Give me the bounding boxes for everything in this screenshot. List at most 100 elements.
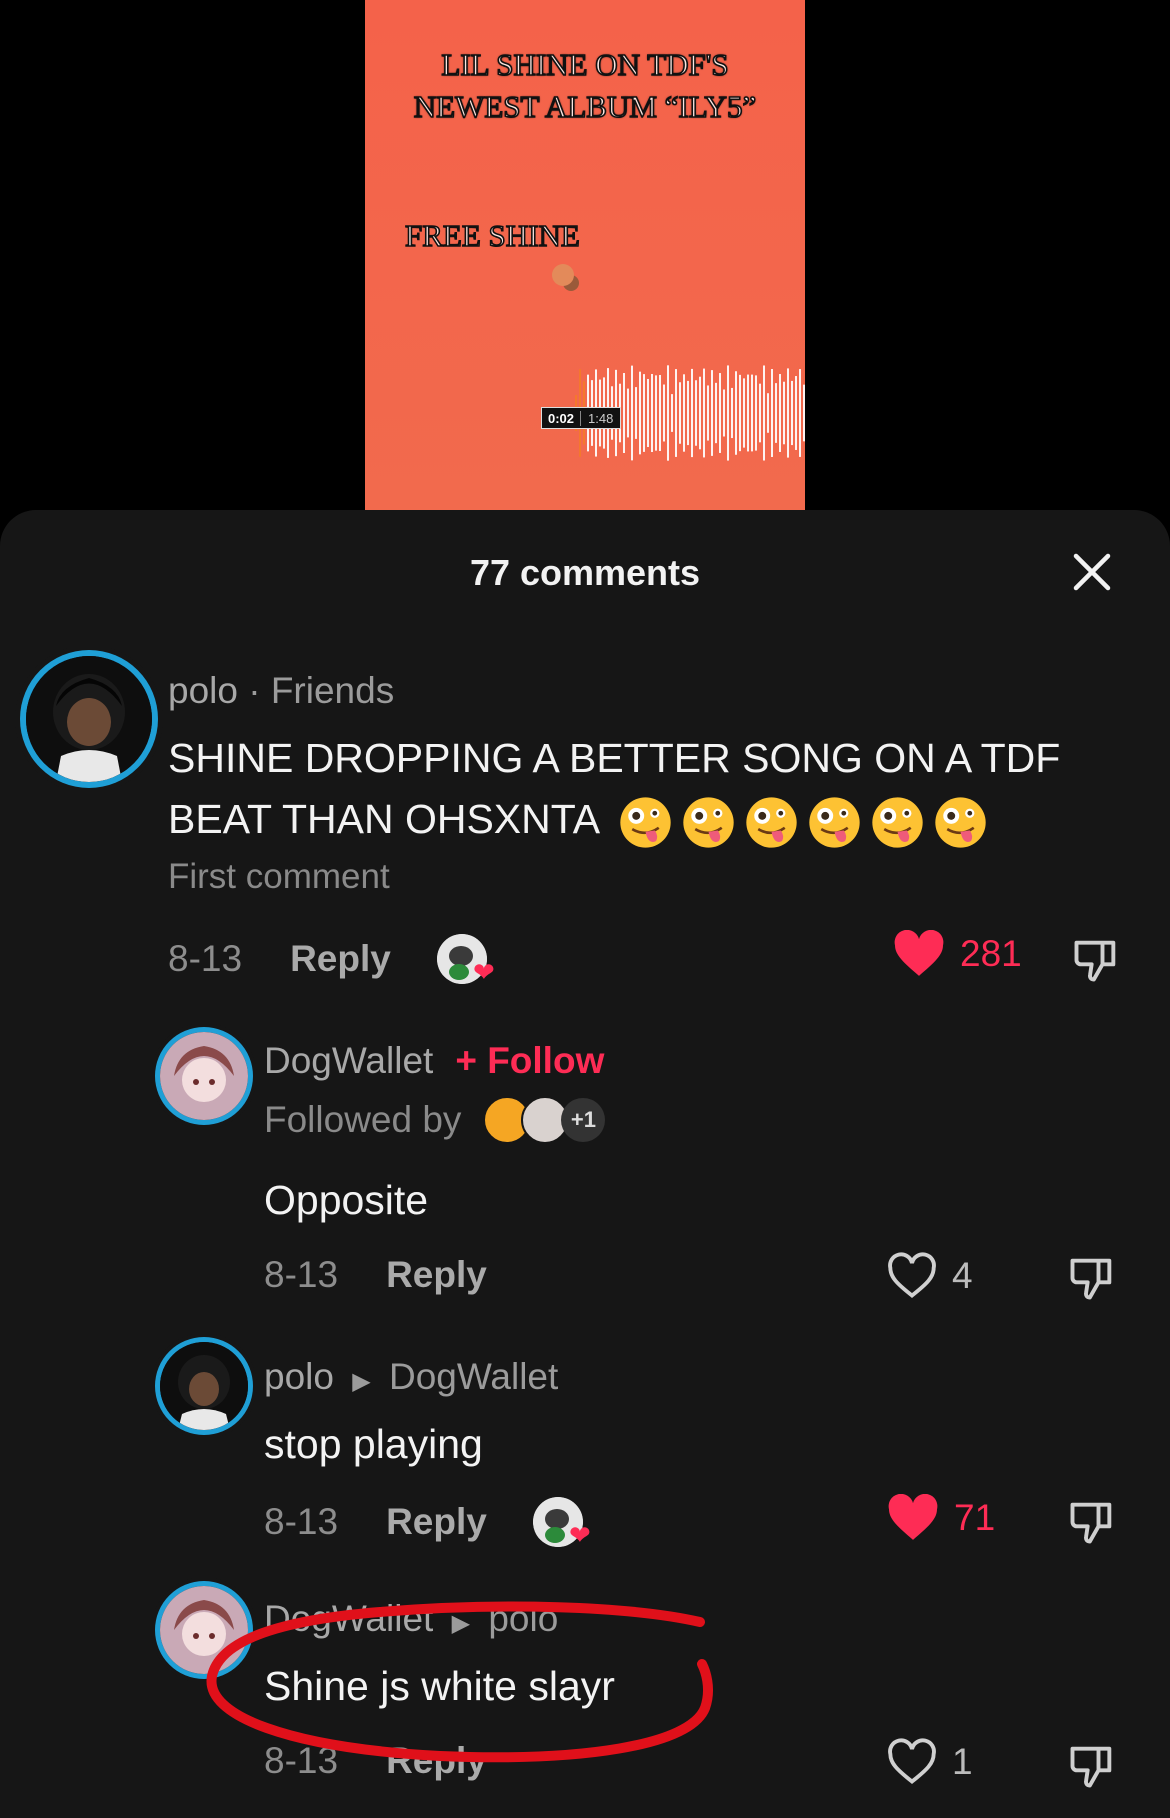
avatar[interactable]	[160, 1342, 248, 1430]
comment-author[interactable]: DogWallet	[264, 1040, 433, 1081]
waveform-bar	[791, 380, 793, 446]
waveform-bar	[623, 373, 625, 453]
like-count: 71	[954, 1497, 996, 1538]
like-button[interactable]: 1	[886, 1738, 973, 1786]
like-count: 1	[952, 1741, 973, 1782]
waveform-bar	[639, 371, 641, 455]
comment-actions: 8-13 Reply	[264, 1740, 487, 1782]
close-icon[interactable]	[1068, 548, 1116, 596]
reply-to-user[interactable]: polo	[488, 1598, 558, 1639]
video-subcaption: FREE SHINE	[404, 217, 580, 254]
video-preview[interactable]: LIL SHINE ON TDF'S NEWEST ALBUM “ILY5” F…	[365, 0, 805, 510]
avatar[interactable]	[160, 1586, 248, 1674]
waveform-bar	[739, 374, 741, 452]
waveform-bar	[683, 374, 685, 452]
waveform-bar	[719, 373, 721, 453]
like-button[interactable]: 4	[886, 1252, 973, 1300]
current-time: 0:02	[542, 410, 582, 426]
waveform-bar	[727, 365, 729, 461]
reply-button[interactable]: Reply	[386, 1254, 487, 1296]
zany-face-emoji	[620, 796, 671, 848]
waveform-bar	[771, 369, 773, 457]
waveform-bar	[755, 375, 757, 451]
zany-face-emojis	[619, 796, 987, 849]
playback-time: 0:02 1:48	[541, 407, 622, 429]
waveform-bar	[667, 365, 669, 461]
waveform-bar	[643, 374, 645, 452]
comment-meta: polo ▶ DogWallet	[264, 1356, 558, 1398]
comment-text: Opposite	[264, 1177, 429, 1223]
waveform-bar	[663, 384, 665, 442]
waveform-bar	[731, 387, 733, 439]
dislike-icon[interactable]	[1066, 1252, 1118, 1304]
waveform-bar	[679, 382, 681, 444]
zany-face-emoji	[872, 796, 923, 848]
comment-date: 8-13	[264, 1740, 339, 1781]
heart-filled-icon	[894, 930, 944, 976]
followed-by: Followed by +1	[264, 1096, 606, 1144]
reply-button[interactable]: Reply	[386, 1501, 487, 1543]
waveform-bar	[691, 368, 693, 458]
waveform-bar	[759, 383, 761, 443]
dislike-icon[interactable]	[1066, 1496, 1118, 1548]
heart-outline-icon	[888, 1252, 936, 1298]
dislike-icon[interactable]	[1070, 934, 1122, 986]
comments-count-title: 77 comments	[469, 552, 701, 593]
waveform-bar	[635, 387, 637, 439]
comment-author[interactable]: DogWallet	[264, 1598, 433, 1639]
waveform-bar	[707, 385, 709, 441]
reply-button[interactable]: Reply	[290, 938, 391, 980]
waveform-bar	[787, 368, 789, 458]
comment-actions: 8-13 Reply ❤	[168, 934, 495, 987]
avatar-image	[160, 1342, 248, 1430]
waveform-bar	[767, 393, 769, 433]
waveform-bar	[795, 376, 797, 450]
waveform-bar	[703, 368, 705, 458]
waveform-bar	[651, 373, 653, 453]
follow-button[interactable]: + Follow	[455, 1040, 604, 1081]
avatar-image	[160, 1032, 248, 1120]
waveform-bar	[763, 365, 765, 461]
comment-author[interactable]: polo	[168, 670, 238, 711]
waveform-bar	[699, 376, 701, 450]
dislike-icon[interactable]	[1066, 1740, 1118, 1792]
waveform-bar	[803, 384, 805, 442]
waveform-bar	[751, 374, 753, 452]
like-button[interactable]: 71	[886, 1494, 995, 1542]
comment-actions: 8-13 Reply	[264, 1254, 487, 1296]
waveform-bar	[675, 369, 677, 457]
waveform-bar	[723, 389, 725, 437]
waveform-bar	[743, 378, 745, 448]
zany-face-emoji	[935, 796, 986, 848]
comment-actions: 8-13 Reply ❤	[264, 1497, 591, 1550]
sticker-icon	[552, 264, 574, 286]
waveform-bar	[647, 378, 649, 448]
comment-date: 8-13	[168, 938, 243, 979]
avatar[interactable]	[26, 656, 152, 782]
video-caption-line-1: LIL SHINE ON TDF'S	[441, 46, 730, 83]
followed-by-label: Followed by	[264, 1099, 462, 1140]
like-count: 4	[952, 1255, 973, 1296]
video-caption-line-2: NEWEST ALBUM “ILY5”	[413, 88, 757, 125]
waveform-bar	[783, 381, 785, 445]
waveform-bar	[695, 380, 697, 446]
comment-text: SHINE DROPPING A BETTER SONG ON A TDF BE…	[168, 728, 1148, 850]
reply-button[interactable]: Reply	[386, 1740, 487, 1782]
comment-meta: DogWallet ▶ polo	[264, 1598, 558, 1640]
waveform-bar	[655, 375, 657, 451]
like-button[interactable]: 281	[892, 930, 1022, 978]
waveform-bar	[631, 365, 633, 461]
waveform-bar	[735, 371, 737, 455]
waveform-bar	[627, 388, 629, 438]
heart-outline-icon	[888, 1738, 936, 1784]
avatar-image	[160, 1586, 248, 1674]
waveform-bar	[799, 369, 801, 457]
creator-liked-avatar: ❤	[436, 934, 495, 987]
first-comment-label: First comment	[168, 857, 390, 896]
waveform-bar	[711, 370, 713, 456]
heart-icon: ❤	[569, 1520, 591, 1550]
reply-to-user[interactable]: DogWallet	[389, 1356, 558, 1397]
avatar[interactable]	[160, 1032, 248, 1120]
heart-icon: ❤	[473, 957, 495, 987]
comment-author[interactable]: polo	[264, 1356, 334, 1397]
